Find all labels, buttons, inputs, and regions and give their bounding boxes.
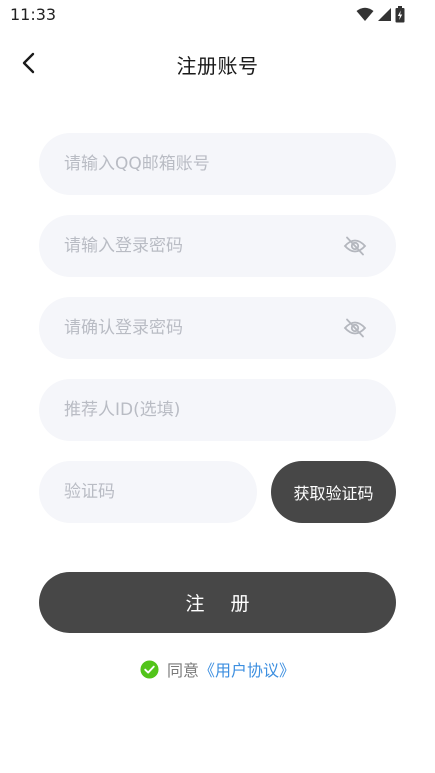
get-code-button[interactable]: 获取验证码: [271, 461, 396, 523]
eye-off-icon: [343, 236, 367, 256]
confirm-password-field-container: [39, 297, 396, 359]
verification-code-input[interactable]: [39, 461, 257, 523]
header: 注册账号: [0, 40, 435, 86]
email-field-container: [39, 133, 396, 195]
email-input[interactable]: [39, 133, 396, 195]
status-time: 11:33: [10, 5, 57, 24]
agreement-row: 同意 《用户协议》: [0, 657, 435, 681]
check-circle-icon[interactable]: [140, 659, 159, 679]
agreement-prefix: 同意: [166, 661, 199, 680]
password-visibility-toggle[interactable]: [340, 231, 370, 261]
code-field-container: [39, 461, 257, 523]
wifi-icon: [356, 7, 374, 21]
register-button[interactable]: 注册: [39, 572, 396, 633]
page-title: 注册账号: [176, 54, 259, 78]
referrer-field-container: [39, 379, 396, 441]
battery-icon: [395, 6, 405, 23]
referrer-id-input[interactable]: [39, 379, 396, 441]
user-agreement-link[interactable]: 《用户协议》: [199, 657, 295, 681]
signal-icon: [378, 8, 391, 21]
eye-off-icon: [343, 318, 367, 338]
password-input[interactable]: [39, 215, 340, 277]
password-field-container: [39, 215, 396, 277]
status-bar: 11:33: [0, 0, 435, 30]
status-icons: [356, 6, 405, 23]
confirm-password-visibility-toggle[interactable]: [340, 313, 370, 343]
confirm-password-input[interactable]: [39, 297, 340, 359]
register-page: 11:33 注册账号 请输入QQ邮箱账号 推荐人ID(选填) 验证码 获取验证码…: [0, 0, 435, 773]
